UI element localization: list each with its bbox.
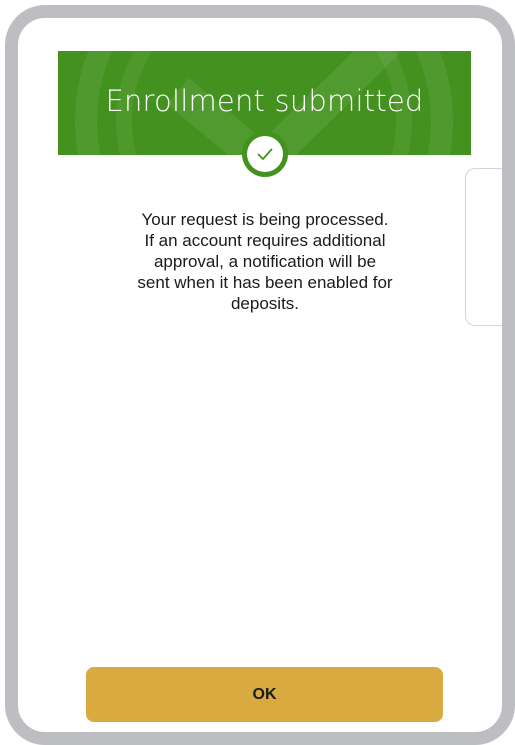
message-line: approval, a notification will be bbox=[153, 252, 377, 271]
dialog-title: Enrollment submitted bbox=[105, 84, 424, 118]
message-line: deposits. bbox=[230, 294, 300, 313]
ok-button[interactable]: OK bbox=[86, 667, 443, 722]
message-line: sent when it has been enabled for bbox=[137, 273, 393, 292]
checkmark-circle-icon bbox=[242, 131, 288, 177]
device-frame: Enrollment submitted Your request is bei… bbox=[5, 5, 515, 745]
status-message: Your request is being processed. If an a… bbox=[115, 209, 415, 314]
message-line: Your request is being processed. bbox=[141, 210, 389, 229]
screen: Enrollment submitted Your request is bei… bbox=[18, 18, 502, 732]
background-card-edge bbox=[465, 168, 502, 326]
message-line: If an account requires additional bbox=[144, 231, 386, 250]
